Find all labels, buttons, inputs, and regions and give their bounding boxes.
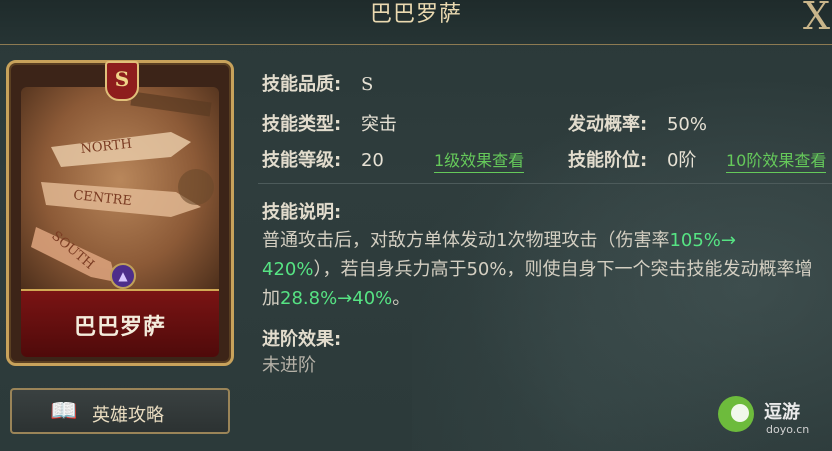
hero-guide-label: 英雄攻略	[92, 405, 164, 426]
card-name-plate: 巴巴罗萨	[21, 289, 219, 357]
skill-tier-label: 技能阶位:	[568, 150, 648, 171]
skill-tier-row: 技能阶位: 0阶	[568, 146, 696, 172]
card-name: 巴巴罗萨	[73, 315, 166, 340]
desc-text-3: 。	[392, 288, 411, 309]
grade-badge: S	[105, 61, 139, 101]
troop-type-icon: ▲	[110, 263, 136, 289]
skill-type-value: 突击	[360, 114, 397, 135]
close-icon[interactable]: X	[803, 0, 830, 38]
desc-highlight-1: 105%→	[669, 230, 736, 251]
watermark-logo-icon	[718, 396, 754, 432]
map-arrows-illustration: NORTH CENTRE SOUTH	[31, 91, 214, 282]
trigger-rate-value: 50%	[666, 114, 707, 135]
trigger-rate-row: 发动概率: 50%	[568, 110, 707, 136]
watermark-title: 逗游	[764, 402, 800, 423]
title-bar: 巴巴罗萨 X	[0, 0, 832, 45]
skill-level-row: 技能等级: 20	[262, 146, 384, 172]
page-title: 巴巴罗萨	[369, 2, 462, 27]
tier-effect-link[interactable]: 10阶效果查看	[726, 147, 827, 173]
advance-value: 未进阶	[262, 355, 316, 376]
desc-highlight-3: 28.8%→40%	[280, 288, 393, 309]
skill-type-label: 技能类型:	[262, 114, 342, 135]
book-icon: 📖	[50, 399, 78, 424]
advance-label: 进阶效果:	[262, 329, 342, 350]
advance-heading: 进阶效果:	[262, 325, 341, 351]
section-divider	[258, 183, 832, 184]
hero-guide-button[interactable]: 📖 英雄攻略	[10, 388, 230, 434]
skill-quality-value: S	[360, 74, 374, 95]
card-artwork: NORTH CENTRE SOUTH	[21, 87, 219, 293]
watermark-url: doyo.cn	[766, 423, 810, 436]
skill-desc-heading: 技能说明:	[262, 198, 341, 224]
skill-quality-row: 技能品质: S	[262, 70, 373, 96]
skill-description: 普通攻击后，对敌方单体发动1次物理攻击（伤害率105%→ 420%），若自身兵力高…	[262, 226, 822, 313]
skill-desc-label: 技能说明:	[262, 202, 342, 223]
skill-level-label: 技能等级:	[262, 150, 342, 171]
level-effect-link[interactable]: 1级效果查看	[434, 147, 525, 173]
skill-type-row: 技能类型: 突击	[262, 110, 397, 136]
skill-level-value: 20	[360, 150, 384, 171]
desc-text-1: 普通攻击后，对敌方单体发动1次物理攻击（伤害率	[262, 230, 670, 251]
trigger-rate-label: 发动概率:	[568, 114, 648, 135]
skill-quality-label: 技能品质:	[262, 74, 342, 95]
skill-tier-value: 0阶	[666, 150, 697, 171]
skill-card: NORTH CENTRE SOUTH S ▲ 巴巴罗萨	[6, 60, 234, 366]
desc-highlight-2: 420%	[262, 259, 314, 280]
